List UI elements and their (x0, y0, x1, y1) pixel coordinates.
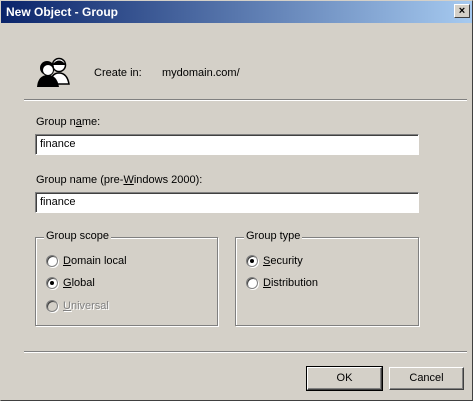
radio-circle (46, 300, 58, 312)
group-type-box: Group type Security Distribution (235, 230, 419, 326)
create-in-label: Create in: (94, 67, 142, 79)
group-name-pre2000-label: Group name (pre-Windows 2000): (36, 174, 203, 186)
radio-circle[interactable] (46, 255, 58, 267)
radio-selected-dot (50, 281, 54, 285)
ok-button[interactable]: OK (306, 366, 383, 391)
title-bar[interactable]: New Object - Group × (1, 1, 472, 23)
cancel-button[interactable]: Cancel (389, 367, 464, 390)
radio-label: Security (263, 255, 303, 267)
radio-selected-dot (250, 259, 254, 263)
group-name-label: Group name: (36, 116, 101, 128)
close-icon: × (458, 5, 466, 17)
radio-label: Universal (63, 300, 109, 312)
close-button[interactable]: × (454, 4, 470, 18)
window-title: New Object - Group (6, 5, 119, 19)
radio-circle[interactable] (46, 277, 58, 289)
group-scope-box: Group scope Domain local Global Universa… (35, 230, 218, 326)
radio-label: Distribution (263, 277, 319, 289)
group-name-input[interactable]: finance (35, 134, 419, 155)
radio-circle[interactable] (246, 277, 258, 289)
create-in-path: mydomain.com/ (162, 67, 240, 79)
group-users-icon (37, 57, 70, 87)
group-name-pre2000-input[interactable]: finance (35, 192, 419, 213)
radio-label: Domain local (63, 255, 127, 267)
radio-label: Global (63, 277, 95, 289)
bottom-separator (24, 351, 467, 353)
group-type-title: Group type (244, 230, 303, 242)
top-separator (24, 99, 467, 101)
group-scope-title: Group scope (44, 230, 111, 242)
new-object-group-dialog: New Object - Group × Create in: mydomain… (0, 0, 473, 401)
radio-circle[interactable] (246, 255, 258, 267)
